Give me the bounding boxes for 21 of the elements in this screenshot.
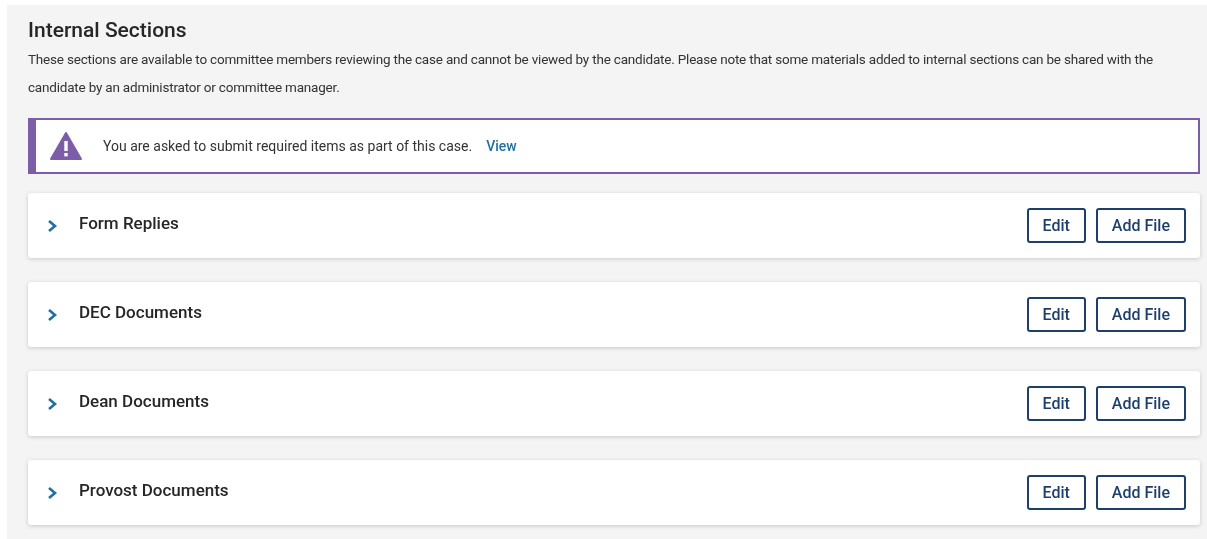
description-text: These sections are available to committee members reviewing the case and cannot be viewed by the candidate. Please note that some materials added to internal sections can be shared with the candidate by an administrator or committee manager. [28, 50, 1154, 97]
section-button[interactable]: Edit [1026, 208, 1086, 243]
view-link[interactable]: View [486, 135, 517, 157]
section-button[interactable]: Add File [1095, 297, 1186, 332]
section-button[interactable]: Add File [1095, 386, 1186, 421]
section-title: Dean Documents [79, 389, 209, 413]
alert-message: You are asked to submit required items as part of this case. [103, 136, 473, 156]
section-button[interactable]: Add File [1095, 208, 1186, 243]
chevron-icon[interactable] [46, 485, 58, 500]
warning-icon [50, 132, 82, 160]
section-button[interactable]: Edit [1026, 475, 1086, 510]
section-title: Form Replies [79, 211, 179, 235]
chevron-icon[interactable] [46, 218, 58, 233]
section-button[interactable]: Edit [1026, 386, 1086, 421]
section-heading: Internal Sections [28, 17, 188, 43]
section-title: Provost Documents [79, 478, 229, 502]
chevron-icon[interactable] [46, 307, 58, 322]
chevron-icon[interactable] [46, 396, 58, 411]
section-button[interactable]: Edit [1026, 297, 1086, 332]
section-title: DEC Documents [79, 300, 202, 324]
section-button[interactable]: Add File [1095, 475, 1186, 510]
